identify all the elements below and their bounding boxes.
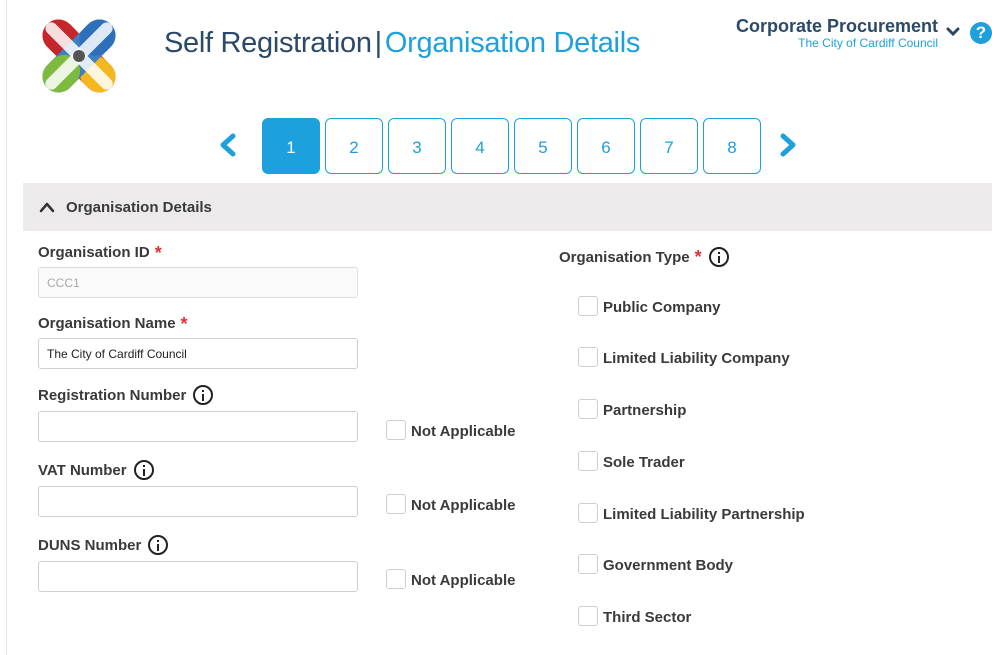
next-step-icon[interactable] xyxy=(777,133,799,157)
section-toggle-organisation-details[interactable]: Organisation Details xyxy=(23,183,992,231)
chevron-down-icon[interactable] xyxy=(946,26,960,38)
step-5-button[interactable]: 5 xyxy=(514,118,572,174)
duns-number-label: DUNS Number xyxy=(38,535,169,555)
duns-number-label-text: DUNS Number xyxy=(38,536,142,554)
reg-number-label: Registration Number xyxy=(38,385,214,405)
step-6-button[interactable]: 6 xyxy=(577,118,635,174)
org-type-checkbox-government-body[interactable] xyxy=(578,554,598,574)
org-type-checkbox-limited-liability-partnership[interactable] xyxy=(578,503,598,523)
org-type-option-label: Sole Trader xyxy=(603,454,685,471)
info-icon[interactable] xyxy=(193,385,214,405)
duns-number-not-applicable-checkbox[interactable] xyxy=(386,569,406,589)
required-asterisk-icon: * xyxy=(180,313,188,334)
org-name: Corporate Procurement xyxy=(735,16,938,36)
org-type-checkbox-sole-trader[interactable] xyxy=(578,451,598,471)
reg-number-not-applicable-label: Not Applicable xyxy=(411,423,516,440)
step-2-button[interactable]: 2 xyxy=(325,118,383,174)
org-type-label-text: Organisation Type xyxy=(559,248,690,266)
duns-number-field[interactable] xyxy=(38,561,358,592)
previous-step-icon[interactable] xyxy=(217,133,239,157)
page-title-main: Self Registration xyxy=(164,27,372,59)
step-7-button[interactable]: 7 xyxy=(640,118,698,174)
step-4-button[interactable]: 4 xyxy=(451,118,509,174)
org-name-label-text: Organisation Name xyxy=(38,315,176,332)
required-asterisk-icon: * xyxy=(154,242,162,263)
organisation-switcher[interactable]: Corporate Procurement The City of Cardif… xyxy=(736,16,938,50)
org-name-label: Organisation Name * xyxy=(38,313,188,334)
org-type-option-label: Limited Liability Partnership xyxy=(603,506,805,523)
reg-number-field[interactable] xyxy=(38,411,358,442)
org-type-label: Organisation Type * xyxy=(559,247,729,267)
chevron-up-icon xyxy=(39,202,55,213)
page-title: Self Registration | Organisation Details xyxy=(164,27,640,60)
logo-icon xyxy=(30,6,128,106)
org-type-option-label: Limited Liability Company xyxy=(603,350,790,367)
org-type-checkbox-public-company[interactable] xyxy=(578,296,598,316)
org-type-checkbox-third-sector[interactable] xyxy=(578,606,598,626)
org-id-field xyxy=(38,267,358,298)
org-type-option-label: Partnership xyxy=(603,402,687,419)
help-icon[interactable]: ? xyxy=(970,22,992,44)
required-asterisk-icon: * xyxy=(694,247,702,267)
reg-number-label-text: Registration Number xyxy=(38,386,187,404)
step-1-button[interactable]: 1 xyxy=(262,118,320,174)
duns-number-not-applicable-label: Not Applicable xyxy=(411,572,516,589)
vat-number-label: VAT Number xyxy=(38,460,154,480)
org-type-option-label: Third Sector xyxy=(603,609,692,626)
reg-number-not-applicable-checkbox[interactable] xyxy=(386,420,406,440)
section-title: Organisation Details xyxy=(66,198,212,216)
step-3-button[interactable]: 3 xyxy=(388,118,446,174)
info-icon[interactable] xyxy=(708,247,729,267)
step-8-button[interactable]: 8 xyxy=(703,118,761,174)
vat-number-field[interactable] xyxy=(38,486,358,517)
org-type-checkbox-partnership[interactable] xyxy=(578,399,598,419)
vat-number-not-applicable-checkbox[interactable] xyxy=(386,494,406,514)
title-separator: | xyxy=(374,27,383,59)
org-council: The City of Cardiff Council xyxy=(798,36,938,50)
org-id-label-text: Organisation ID xyxy=(38,244,150,261)
org-id-label: Organisation ID * xyxy=(38,242,162,263)
org-type-checkbox-limited-liability-company[interactable] xyxy=(578,347,598,367)
vat-number-not-applicable-label: Not Applicable xyxy=(411,497,516,514)
info-icon[interactable] xyxy=(133,460,154,480)
info-icon[interactable] xyxy=(148,535,169,555)
org-type-option-label: Government Body xyxy=(603,557,734,574)
left-border xyxy=(6,0,7,655)
org-type-option-label: Public Company xyxy=(603,299,721,316)
org-name-field[interactable] xyxy=(38,338,358,369)
page-title-section: Organisation Details xyxy=(384,27,641,59)
vat-number-label-text: VAT Number xyxy=(38,461,127,479)
